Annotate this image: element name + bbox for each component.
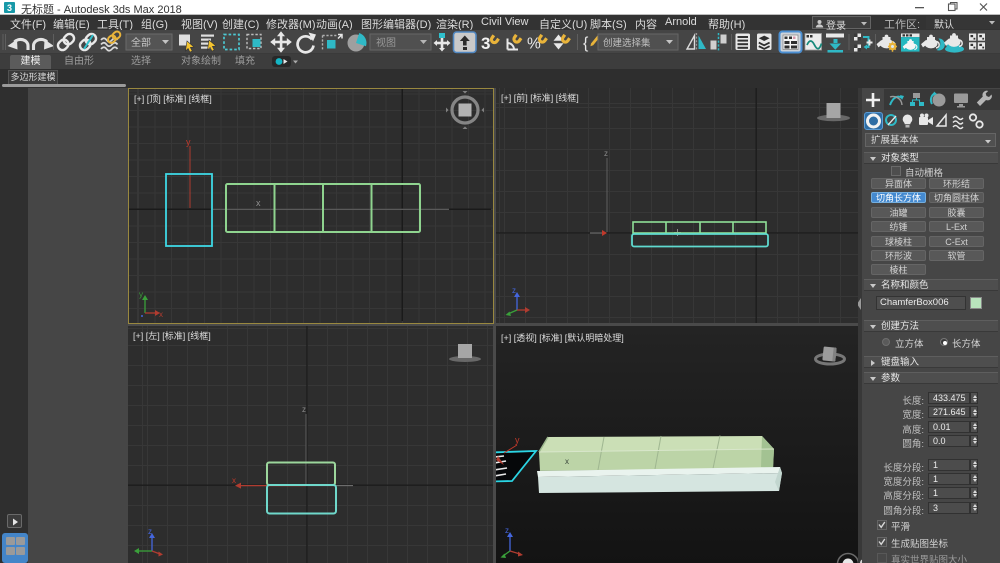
- svg-text:x: x: [565, 457, 569, 466]
- svg-text:视图: 视图: [376, 36, 396, 49]
- svg-text:z: z: [302, 405, 306, 414]
- svg-text:z: z: [505, 526, 509, 535]
- svg-text:z: z: [512, 286, 516, 295]
- svg-text:全部: 全部: [131, 36, 151, 49]
- svg-text:创建选择集: 创建选择集: [603, 37, 651, 49]
- svg-text:x: x: [232, 476, 236, 485]
- svg-text:x: x: [256, 198, 261, 208]
- svg-text:z: z: [148, 527, 152, 536]
- svg-text:3: 3: [7, 3, 12, 13]
- svg-text:3: 3: [481, 34, 490, 53]
- svg-text:y: y: [515, 435, 520, 445]
- svg-text:z: z: [604, 149, 608, 158]
- svg-text:y: y: [186, 137, 191, 147]
- svg-text:{: {: [583, 35, 589, 52]
- svg-text:x: x: [159, 310, 163, 319]
- svg-text:y: y: [139, 290, 143, 299]
